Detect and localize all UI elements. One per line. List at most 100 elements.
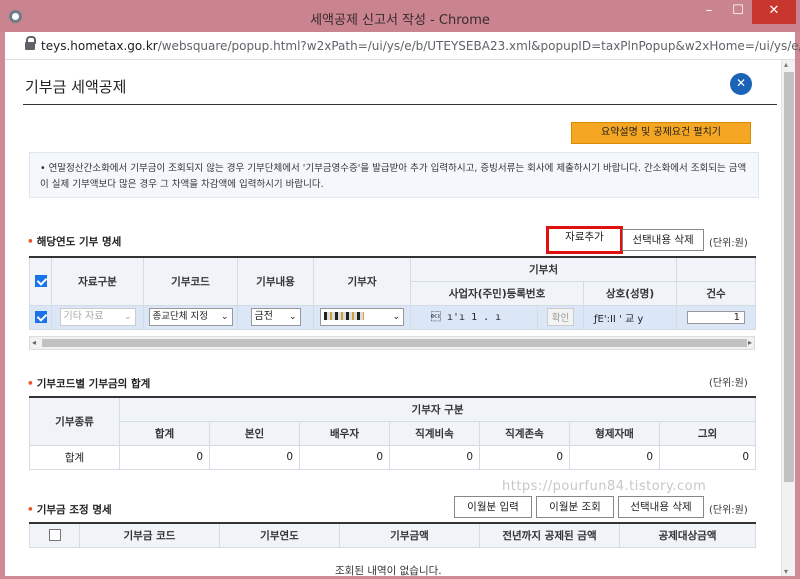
horizontal-scrollbar[interactable]: ◂ ▸ [29,336,755,350]
select-all-cell[interactable] [29,256,52,306]
col-donation-amount: 기부금액 [339,522,480,548]
col-biz-no: 사업자(주민)등록번호 [410,280,584,306]
col-count: 건수 [676,280,757,306]
notice-box: • 연말정산간소화에서 기부금이 조회되지 않는 경우 기부단체에서 '기부금영… [29,152,759,198]
section-donation-details-title: 해당연도 기부 명세 [27,234,122,249]
section-adjustment-title: 기부금 조정 명세 [27,502,112,517]
col-donation-code: 기부금 코드 [79,522,220,548]
table-row[interactable]: 기타 자료 ⌄ 종교단체 지정 ⌄ 금전 ⌄ ⌄  ı'ı 1 . ı 확인 ƒE'… [29,304,757,330]
name-cell: ƒE':II ' 교 y [582,304,678,330]
address-bar[interactable]: teys.hometax.go.kr/websquare/popup.html?… [5,32,800,60]
verify-button[interactable]: 확인 [546,308,575,326]
col-descendant: 직계비속 [389,420,480,446]
url-host: teys.hometax.go.kr [41,39,158,53]
col-blank [676,256,757,282]
window-title: 세액공제 신고서 작성 - Chrome [310,13,490,28]
col-sibling: 형제자매 [569,420,660,446]
scroll-up-icon[interactable]: ▴ [784,60,788,69]
type-select[interactable]: 기타 자료 ⌄ [59,308,136,326]
biz-no-cell:  ı'ı 1 . ı [410,304,538,330]
col-kind: 기부종류 [29,396,120,446]
col-donor: 기부자 [313,256,411,306]
scroll-down-icon[interactable]: ▾ [784,567,788,576]
minimize-button[interactable]: – [694,0,724,24]
col-spouse: 배우자 [299,420,390,446]
chevron-down-icon: ⌄ [288,312,297,322]
col-total: 합계 [119,420,210,446]
select-all-checkbox[interactable] [48,529,61,542]
select-all-cell[interactable] [29,522,80,548]
popup-close-button[interactable]: ✕ [730,73,752,95]
verify-cell: 확인 [537,304,584,330]
chevron-down-icon: ⌄ [123,312,132,322]
empty-message: 조회된 내역이 없습니다. [335,565,442,576]
donation-detail-table: 자료구분 기부코드 기부내용 기부자 기부처 사업자(주민)등록번호 상호(성명… [29,256,757,330]
donor-redacted-value [324,312,364,320]
code-value: 종교단체 지정 [152,311,208,322]
carryover-input-button[interactable]: 이월분 입력 [454,496,532,518]
summary-expand-button[interactable]: 요약설명 및 공제요건 펼치기 [571,122,751,144]
col-content: 기부내용 [237,256,314,306]
chevron-down-icon: ⌄ [220,312,229,322]
scroll-thumb[interactable] [784,72,794,482]
col-self: 본인 [209,420,300,446]
sibling-value: 0 [569,444,660,470]
code-select[interactable]: 종교단체 지정 ⌄ [148,308,233,326]
carryover-query-button[interactable]: 이월분 조회 [536,496,614,518]
col-ascendant: 직계존속 [479,420,570,446]
count-cell: 1 [676,304,757,330]
col-deductible-amount: 공제대상금액 [619,522,756,548]
scroll-left-icon[interactable]: ◂ [32,337,36,349]
vertical-scrollbar[interactable]: ▴ ▾ [781,60,795,576]
donor-select[interactable]: ⌄ [320,308,404,326]
adjustment-table: 기부금 코드 기부연도 기부금액 전년까지 공제된 금액 공제대상금액 [29,522,756,548]
scroll-thumb[interactable] [42,339,747,347]
code-cell: 종교단체 지정 ⌄ [143,304,238,330]
row-checkbox[interactable] [34,311,47,323]
row-check-cell[interactable] [29,304,52,330]
self-value: 0 [209,444,300,470]
delete-selected-button[interactable]: 선택내용 삭제 [622,229,704,251]
type-cell: 기타 자료 ⌄ [51,304,144,330]
totals-table: 기부종류 기부자 구분 합계 본인 배우자 직계비속 직계존속 형제자매 그외 … [29,396,757,470]
col-org-group: 기부처 [409,256,678,282]
total-value: 0 [119,444,210,470]
section-totals-title: 기부코드별 기부금의 합계 [27,376,151,391]
url-path: /websquare/popup.html?w2xPath=/ui/ys/e/b… [157,39,800,53]
window-titlebar[interactable]: 세액공제 신고서 작성 - Chrome – ☐ ✕ [0,0,800,32]
add-data-button[interactable]: 자료추가 [546,226,623,254]
title-divider [23,104,777,105]
col-donation-year: 기부연도 [219,522,340,548]
other-value: 0 [658,444,757,470]
chevron-down-icon: ⌄ [392,312,400,322]
col-type: 자료구분 [51,256,144,306]
spouse-value: 0 [299,444,390,470]
window-close-button[interactable]: ✕ [752,0,796,24]
row-label: 합계 [29,444,120,470]
type-value: 기타 자료 [63,311,104,322]
content-value: 금전 [254,311,273,322]
lock-icon [25,36,36,50]
select-all-checkbox[interactable] [34,275,47,288]
watermark-text: https://pourfun84.tistory.com [502,479,707,494]
page-title: 기부금 세액공제 [25,78,127,96]
scroll-right-icon[interactable]: ▸ [748,337,752,349]
col-donor-group: 기부자 구분 [118,396,757,422]
content-select[interactable]: 금전 ⌄ [250,308,301,326]
unit-label: (단위:원) [709,505,748,516]
donor-cell: ⌄ [313,304,411,330]
count-input[interactable]: 1 [687,310,746,324]
col-other: 그외 [658,420,757,446]
col-code: 기부코드 [143,256,238,306]
col-name: 상호(성명) [582,280,678,306]
col-previous-deducted: 전년까지 공제된 금액 [479,522,620,548]
ascendant-value: 0 [479,444,570,470]
url-text[interactable]: teys.hometax.go.kr/websquare/popup.html?… [41,39,800,53]
delete-selected-button-2[interactable]: 선택내용 삭제 [618,496,704,518]
popup-content: 기부금 세액공제 ✕ 요약설명 및 공제요건 펼치기 • 연말정산간소화에서 기… [5,60,795,576]
unit-label: (단위:원) [709,378,748,389]
descendant-value: 0 [389,444,480,470]
maximize-button[interactable]: ☐ [724,0,752,24]
unit-label: (단위:원) [709,238,748,249]
table-row: 합계 0 0 0 0 0 0 0 [29,444,757,470]
